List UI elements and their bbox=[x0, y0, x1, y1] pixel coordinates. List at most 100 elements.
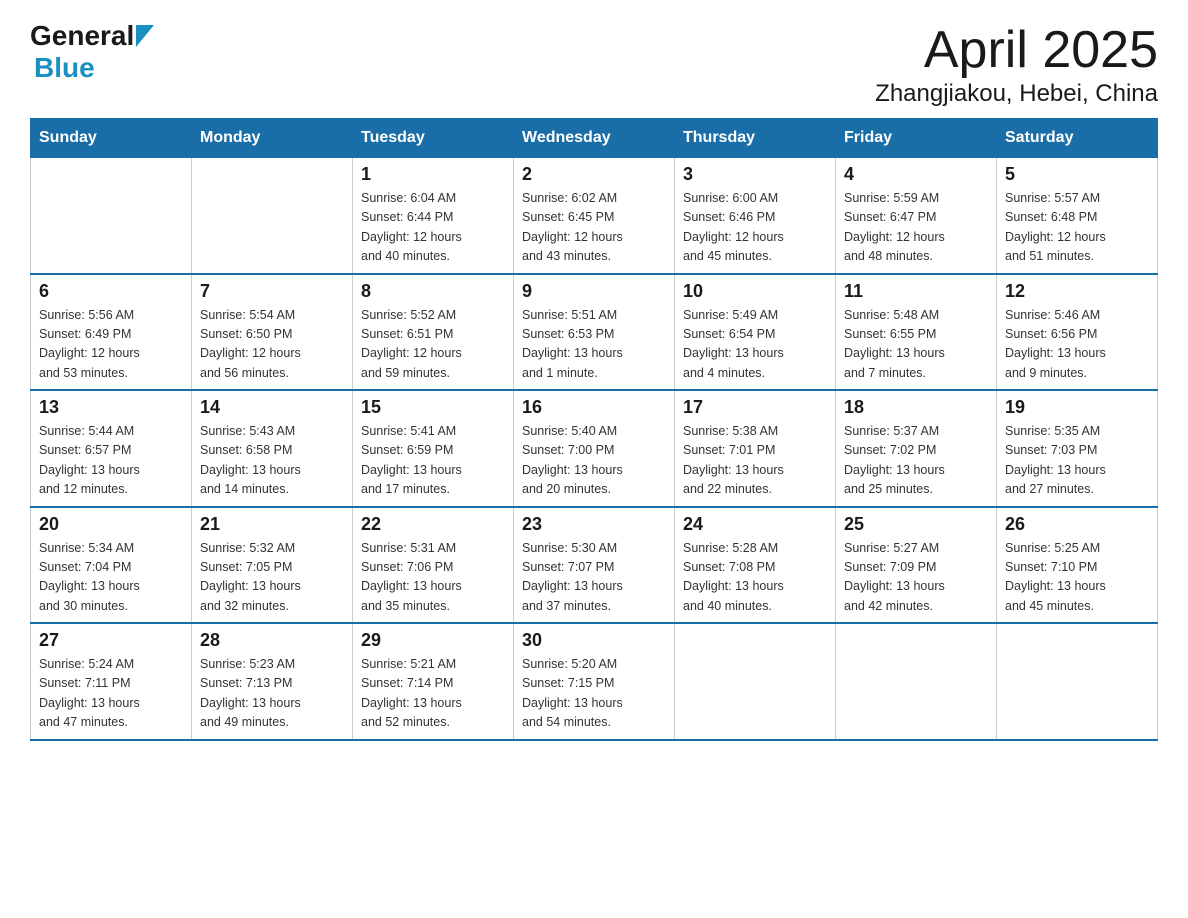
weekday-header: Monday bbox=[192, 119, 353, 158]
day-number: 10 bbox=[683, 281, 827, 302]
calendar-cell: 21Sunrise: 5:32 AM Sunset: 7:05 PM Dayli… bbox=[192, 507, 353, 624]
day-number: 13 bbox=[39, 397, 183, 418]
day-info: Sunrise: 5:48 AM Sunset: 6:55 PM Dayligh… bbox=[844, 306, 988, 384]
calendar-cell: 12 Sunrise: 5:46 AM Sunset: 6:56 PM Dayli… bbox=[997, 274, 1158, 391]
calendar-cell: 7 Sunrise: 5:54 AM Sunset: 6:50 PM Daylig… bbox=[192, 274, 353, 391]
calendar-week-row: 13 Sunrise: 5:44 AM Sunset: 6:57 PM Dayli… bbox=[31, 390, 1158, 507]
day-number: 11 bbox=[844, 281, 988, 302]
calendar-cell bbox=[192, 158, 353, 274]
day-number: 28 bbox=[200, 630, 344, 651]
weekday-header: Thursday bbox=[675, 119, 836, 158]
calendar-week-row: 20 Sunrise: 5:34 AM Sunset: 7:04 PM Dayli… bbox=[31, 507, 1158, 624]
day-info: Sunrise: 5:23 AM Sunset: 7:13 PM Dayligh… bbox=[200, 655, 344, 733]
day-number: 20 bbox=[39, 514, 183, 535]
day-info: Sunrise: 5:46 AM Sunset: 6:56 PM Dayligh… bbox=[1005, 306, 1149, 384]
calendar-cell: 29 Sunrise: 5:21 AM Sunset: 7:14 PM Dayli… bbox=[353, 623, 514, 740]
calendar-cell: 6 Sunrise: 5:56 AM Sunset: 6:49 PM Daylig… bbox=[31, 274, 192, 391]
calendar-cell: 3 Sunrise: 6:00 AM Sunset: 6:46 PM Daylig… bbox=[675, 158, 836, 274]
calendar-cell: 9Sunrise: 5:51 AM Sunset: 6:53 PM Daylig… bbox=[514, 274, 675, 391]
day-info: Sunrise: 5:31 AM Sunset: 7:06 PM Dayligh… bbox=[361, 539, 505, 617]
day-info: Sunrise: 5:28 AM Sunset: 7:08 PM Dayligh… bbox=[683, 539, 827, 617]
day-info: Sunrise: 5:25 AM Sunset: 7:10 PM Dayligh… bbox=[1005, 539, 1149, 617]
day-info: Sunrise: 5:44 AM Sunset: 6:57 PM Dayligh… bbox=[39, 422, 183, 500]
calendar-cell: 20 Sunrise: 5:34 AM Sunset: 7:04 PM Dayli… bbox=[31, 507, 192, 624]
day-number: 1 bbox=[361, 164, 505, 185]
day-info: Sunrise: 5:20 AM Sunset: 7:15 PM Dayligh… bbox=[522, 655, 666, 733]
day-number: 25 bbox=[844, 514, 988, 535]
calendar-cell: 18Sunrise: 5:37 AM Sunset: 7:02 PM Dayli… bbox=[836, 390, 997, 507]
calendar-cell: 10Sunrise: 5:49 AM Sunset: 6:54 PM Dayli… bbox=[675, 274, 836, 391]
day-info: Sunrise: 5:21 AM Sunset: 7:14 PM Dayligh… bbox=[361, 655, 505, 733]
day-number: 27 bbox=[39, 630, 183, 651]
day-info: Sunrise: 5:54 AM Sunset: 6:50 PM Dayligh… bbox=[200, 306, 344, 384]
calendar-cell: 13 Sunrise: 5:44 AM Sunset: 6:57 PM Dayli… bbox=[31, 390, 192, 507]
calendar-title: April 2025 bbox=[875, 20, 1158, 80]
day-number: 30 bbox=[522, 630, 666, 651]
calendar-week-row: 1Sunrise: 6:04 AM Sunset: 6:44 PM Daylig… bbox=[31, 158, 1158, 274]
day-number: 6 bbox=[39, 281, 183, 302]
weekday-header: Sunday bbox=[31, 119, 192, 158]
calendar-cell: 2 Sunrise: 6:02 AM Sunset: 6:45 PM Daylig… bbox=[514, 158, 675, 274]
calendar-cell: 25 Sunrise: 5:27 AM Sunset: 7:09 PM Dayli… bbox=[836, 507, 997, 624]
day-info: Sunrise: 5:30 AM Sunset: 7:07 PM Dayligh… bbox=[522, 539, 666, 617]
calendar-cell bbox=[31, 158, 192, 274]
day-number: 14 bbox=[200, 397, 344, 418]
day-number: 12 bbox=[1005, 281, 1149, 302]
day-info: Sunrise: 5:27 AM Sunset: 7:09 PM Dayligh… bbox=[844, 539, 988, 617]
calendar-week-row: 27 Sunrise: 5:24 AM Sunset: 7:11 PM Dayli… bbox=[31, 623, 1158, 740]
day-info: Sunrise: 5:57 AM Sunset: 6:48 PM Dayligh… bbox=[1005, 189, 1149, 267]
calendar-cell: 14 Sunrise: 5:43 AM Sunset: 6:58 PM Dayli… bbox=[192, 390, 353, 507]
day-info: Sunrise: 5:34 AM Sunset: 7:04 PM Dayligh… bbox=[39, 539, 183, 617]
calendar-cell: 1Sunrise: 6:04 AM Sunset: 6:44 PM Daylig… bbox=[353, 158, 514, 274]
day-info: Sunrise: 5:43 AM Sunset: 6:58 PM Dayligh… bbox=[200, 422, 344, 500]
weekday-header: Friday bbox=[836, 119, 997, 158]
day-number: 18 bbox=[844, 397, 988, 418]
calendar-cell: 17 Sunrise: 5:38 AM Sunset: 7:01 PM Dayli… bbox=[675, 390, 836, 507]
day-number: 17 bbox=[683, 397, 827, 418]
day-info: Sunrise: 5:41 AM Sunset: 6:59 PM Dayligh… bbox=[361, 422, 505, 500]
calendar-cell bbox=[675, 623, 836, 740]
calendar-cell: 5 Sunrise: 5:57 AM Sunset: 6:48 PM Daylig… bbox=[997, 158, 1158, 274]
day-info: Sunrise: 6:02 AM Sunset: 6:45 PM Dayligh… bbox=[522, 189, 666, 267]
calendar-cell: 26 Sunrise: 5:25 AM Sunset: 7:10 PM Dayli… bbox=[997, 507, 1158, 624]
calendar-cell: 8Sunrise: 5:52 AM Sunset: 6:51 PM Daylig… bbox=[353, 274, 514, 391]
calendar-cell: 15 Sunrise: 5:41 AM Sunset: 6:59 PM Dayli… bbox=[353, 390, 514, 507]
calendar-cell: 23 Sunrise: 5:30 AM Sunset: 7:07 PM Dayli… bbox=[514, 507, 675, 624]
day-info: Sunrise: 5:52 AM Sunset: 6:51 PM Dayligh… bbox=[361, 306, 505, 384]
day-info: Sunrise: 5:40 AM Sunset: 7:00 PM Dayligh… bbox=[522, 422, 666, 500]
day-number: 15 bbox=[361, 397, 505, 418]
logo-triangle-icon bbox=[136, 25, 154, 47]
day-number: 4 bbox=[844, 164, 988, 185]
calendar-cell: 24 Sunrise: 5:28 AM Sunset: 7:08 PM Dayli… bbox=[675, 507, 836, 624]
calendar-cell: 22Sunrise: 5:31 AM Sunset: 7:06 PM Dayli… bbox=[353, 507, 514, 624]
calendar-cell: 19Sunrise: 5:35 AM Sunset: 7:03 PM Dayli… bbox=[997, 390, 1158, 507]
calendar-table: SundayMondayTuesdayWednesdayThursdayFrid… bbox=[30, 118, 1158, 741]
calendar-cell: 30 Sunrise: 5:20 AM Sunset: 7:15 PM Dayli… bbox=[514, 623, 675, 740]
day-info: Sunrise: 5:24 AM Sunset: 7:11 PM Dayligh… bbox=[39, 655, 183, 733]
weekday-header: Saturday bbox=[997, 119, 1158, 158]
day-number: 2 bbox=[522, 164, 666, 185]
day-number: 19 bbox=[1005, 397, 1149, 418]
day-number: 7 bbox=[200, 281, 344, 302]
logo-general-text: General bbox=[30, 20, 134, 52]
day-number: 29 bbox=[361, 630, 505, 651]
calendar-week-row: 6 Sunrise: 5:56 AM Sunset: 6:49 PM Daylig… bbox=[31, 274, 1158, 391]
day-info: Sunrise: 6:00 AM Sunset: 6:46 PM Dayligh… bbox=[683, 189, 827, 267]
page-header: General Blue April 2025 Zhangjiakou, Heb… bbox=[30, 20, 1158, 108]
day-number: 3 bbox=[683, 164, 827, 185]
day-number: 9 bbox=[522, 281, 666, 302]
day-number: 23 bbox=[522, 514, 666, 535]
day-info: Sunrise: 5:38 AM Sunset: 7:01 PM Dayligh… bbox=[683, 422, 827, 500]
day-number: 26 bbox=[1005, 514, 1149, 535]
weekday-header: Tuesday bbox=[353, 119, 514, 158]
calendar-cell: 16 Sunrise: 5:40 AM Sunset: 7:00 PM Dayli… bbox=[514, 390, 675, 507]
day-number: 24 bbox=[683, 514, 827, 535]
logo-blue-text: Blue bbox=[34, 52, 95, 84]
day-info: Sunrise: 5:56 AM Sunset: 6:49 PM Dayligh… bbox=[39, 306, 183, 384]
day-number: 5 bbox=[1005, 164, 1149, 185]
day-number: 16 bbox=[522, 397, 666, 418]
weekday-header: Wednesday bbox=[514, 119, 675, 158]
calendar-cell: 11 Sunrise: 5:48 AM Sunset: 6:55 PM Dayli… bbox=[836, 274, 997, 391]
day-number: 21 bbox=[200, 514, 344, 535]
calendar-header-row: SundayMondayTuesdayWednesdayThursdayFrid… bbox=[31, 119, 1158, 158]
